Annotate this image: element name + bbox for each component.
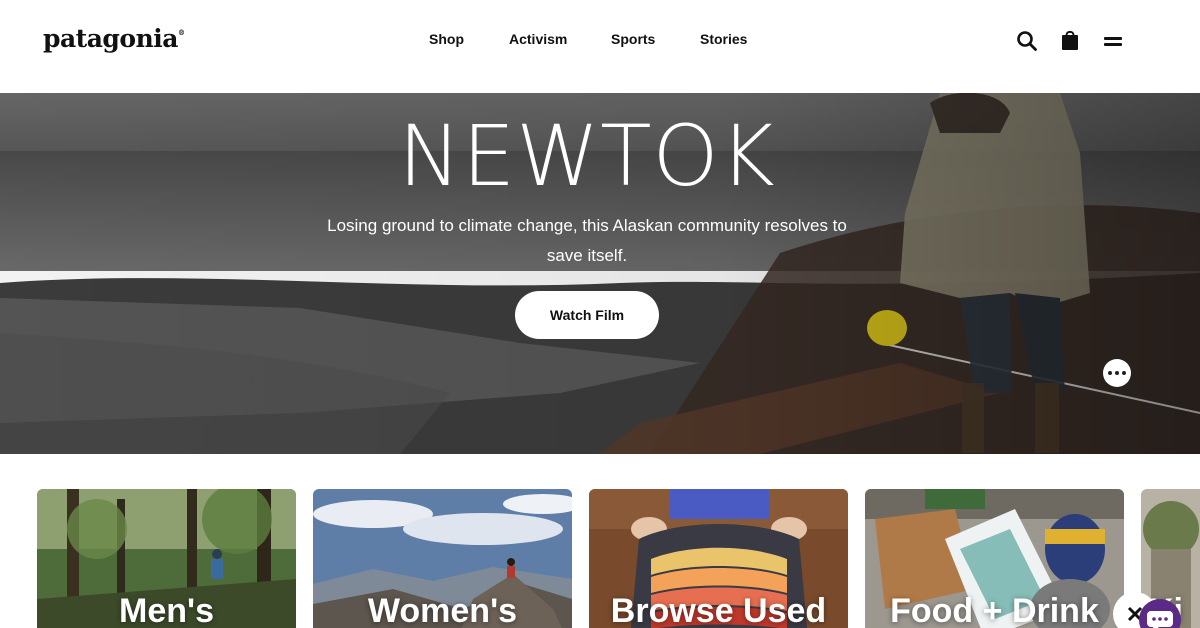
- category-label-mens: Men's: [119, 592, 214, 628]
- menu-icon[interactable]: [1101, 29, 1125, 53]
- dot-icon: [1115, 371, 1119, 375]
- category-label-womens: Women's: [367, 592, 518, 628]
- search-icon[interactable]: [1015, 29, 1039, 53]
- category-label-used: Browse Used: [610, 592, 827, 628]
- chat-widget: [1113, 590, 1187, 628]
- hero-banner: NEWTOK Losing ground to climate change, …: [0, 93, 1200, 454]
- hero-subtitle: Losing ground to climate change, this Al…: [327, 216, 847, 265]
- chat-icon[interactable]: [1139, 599, 1181, 628]
- category-carousel: Men's Women's Browse Used Food + Drink: [0, 489, 1200, 628]
- category-card-mens[interactable]: Men's: [37, 489, 296, 628]
- nav-stories[interactable]: Stories: [700, 31, 747, 47]
- category-card-womens[interactable]: Women's: [313, 489, 572, 628]
- category-label-food: Food + Drink: [890, 592, 1099, 628]
- dot-icon: [1122, 371, 1126, 375]
- nav-sports[interactable]: Sports: [611, 31, 655, 47]
- bag-icon[interactable]: [1058, 29, 1082, 53]
- nav-shop[interactable]: Shop: [429, 31, 464, 47]
- dot-icon: [1108, 371, 1112, 375]
- more-options-button[interactable]: [1103, 359, 1131, 387]
- site-header: patagonia® Shop Activism Sports Stories: [0, 0, 1200, 93]
- category-card-food[interactable]: Food + Drink: [865, 489, 1124, 628]
- hero-title: NEWTOK: [398, 107, 776, 205]
- nav-activism[interactable]: Activism: [509, 31, 567, 47]
- category-card-used[interactable]: Browse Used: [589, 489, 848, 628]
- watch-film-button[interactable]: Watch Film: [515, 291, 659, 339]
